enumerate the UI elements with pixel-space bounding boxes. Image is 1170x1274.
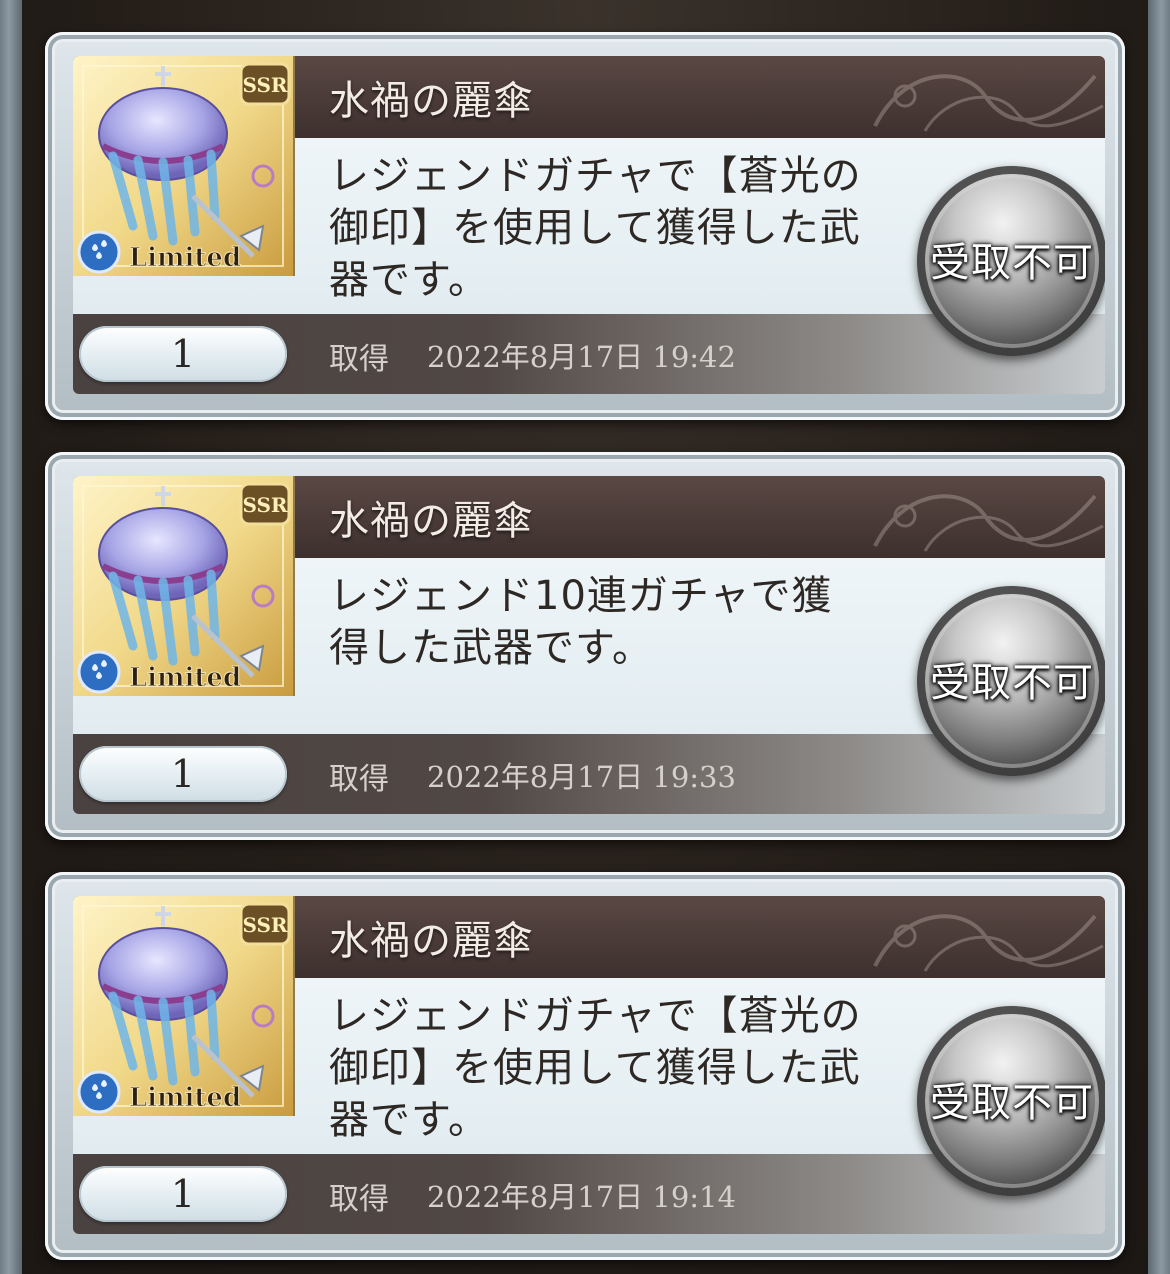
svg-text:SSR: SSR xyxy=(242,913,287,937)
jellyfish-umbrella-weapon-icon: SSR Limited xyxy=(73,56,293,276)
item-quantity: 1 xyxy=(170,1172,196,1216)
acquired-date: 2022年8月17日 19:33 xyxy=(427,760,736,794)
quantity-pill: 1 xyxy=(79,746,287,802)
claim-unavailable-button[interactable]: 受取不可 xyxy=(917,1006,1105,1196)
ornament-icon xyxy=(873,494,1104,552)
claim-unavailable-button[interactable]: 受取不可 xyxy=(917,586,1105,776)
limited-badge: Limited xyxy=(129,243,241,273)
jellyfish-umbrella-weapon-icon: SSR Limited xyxy=(73,896,293,1116)
acquired-label: 取得 xyxy=(329,342,389,377)
claim-unavailable-label: 受取不可 xyxy=(930,660,1094,706)
right-frame-edge xyxy=(1148,0,1170,1274)
water-element-icon xyxy=(77,650,121,694)
claim-unavailable-button[interactable]: 受取不可 xyxy=(917,166,1105,356)
svg-text:SSR: SSR xyxy=(242,493,287,517)
item-description: レジェンドガチャで【蒼光の御印】を使用して獲得した武器です。 xyxy=(329,993,862,1143)
item-quantity: 1 xyxy=(170,752,196,796)
quantity-pill: 1 xyxy=(79,326,287,382)
claim-unavailable-label: 受取不可 xyxy=(930,240,1094,286)
item-quantity: 1 xyxy=(170,332,196,376)
item-name: 水禍の麗傘 xyxy=(329,918,534,964)
gift-card: 水禍の麗傘 レジェンドガチャで【蒼光の御印】を使用して獲得した武器です。 1 取… xyxy=(45,32,1125,420)
left-frame-edge xyxy=(0,0,22,1274)
gift-card: 水禍の麗傘 レジェンド10連ガチャで獲得した武器です。 1 取得 2022年8月… xyxy=(45,452,1125,840)
rarity-badge: SSR xyxy=(239,62,291,106)
svg-text:SSR: SSR xyxy=(242,73,287,97)
item-description: レジェンドガチャで【蒼光の御印】を使用して獲得した武器です。 xyxy=(329,153,862,303)
weapon-thumbnail: SSR Limited xyxy=(73,896,295,1116)
gift-card: 水禍の麗傘 レジェンドガチャで【蒼光の御印】を使用して獲得した武器です。 1 取… xyxy=(45,872,1125,1260)
rarity-badge: SSR xyxy=(239,482,291,526)
water-element-icon xyxy=(77,230,121,274)
item-name: 水禍の麗傘 xyxy=(329,498,534,544)
ornament-icon xyxy=(873,914,1104,972)
gift-card-body: 水禍の麗傘 レジェンドガチャで【蒼光の御印】を使用して獲得した武器です。 1 取… xyxy=(73,56,1105,394)
weapon-thumbnail: SSR Limited xyxy=(73,476,295,696)
water-element-icon xyxy=(77,1070,121,1114)
ornament-icon xyxy=(873,74,1104,132)
claim-unavailable-label: 受取不可 xyxy=(930,1080,1094,1126)
acquired-label: 取得 xyxy=(329,1182,389,1217)
weapon-thumbnail: SSR Limited xyxy=(73,56,295,276)
acquired-label: 取得 xyxy=(329,762,389,797)
item-name: 水禍の麗傘 xyxy=(329,78,534,124)
acquired-date: 2022年8月17日 19:42 xyxy=(427,340,736,374)
acquired-date: 2022年8月17日 19:14 xyxy=(427,1180,736,1214)
rarity-badge: SSR xyxy=(239,902,291,946)
gift-card-body: 水禍の麗傘 レジェンドガチャで【蒼光の御印】を使用して獲得した武器です。 1 取… xyxy=(73,896,1105,1234)
jellyfish-umbrella-weapon-icon: SSR Limited xyxy=(73,476,293,696)
gift-card-body: 水禍の麗傘 レジェンド10連ガチャで獲得した武器です。 1 取得 2022年8月… xyxy=(73,476,1105,814)
item-description: レジェンド10連ガチャで獲得した武器です。 xyxy=(329,573,833,671)
limited-badge: Limited xyxy=(129,1083,241,1113)
limited-badge: Limited xyxy=(129,663,241,693)
quantity-pill: 1 xyxy=(79,1166,287,1222)
gift-list-screen: 水禍の麗傘 レジェンドガチャで【蒼光の御印】を使用して獲得した武器です。 1 取… xyxy=(0,0,1170,1274)
